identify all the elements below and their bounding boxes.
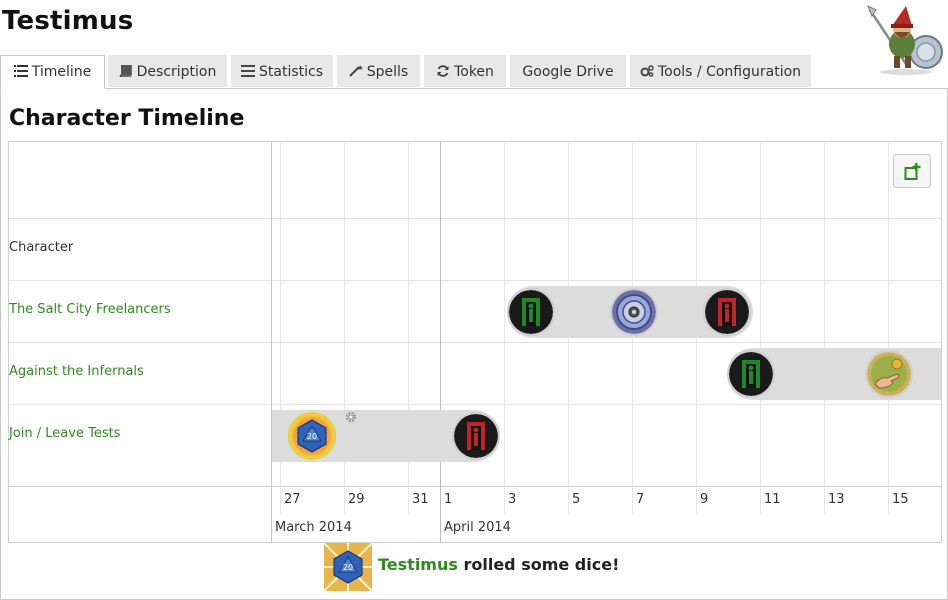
axis-tick-label: 11 xyxy=(764,492,781,507)
book-icon xyxy=(119,65,132,77)
axis-tick-label: 1 xyxy=(444,492,453,507)
gear-icon[interactable] xyxy=(344,410,358,424)
grid-line xyxy=(760,142,761,514)
add-item-icon xyxy=(904,163,921,180)
enter-token[interactable] xyxy=(727,350,775,398)
character-timeline: Character The Salt City Freelancers Agai… xyxy=(8,141,942,543)
dice-roll-icon: 20 xyxy=(324,543,372,591)
group-token[interactable] xyxy=(610,288,658,336)
axis-tick-label: 29 xyxy=(348,492,365,507)
page-title: Testimus xyxy=(2,6,134,36)
tab-label: Timeline xyxy=(31,64,92,80)
dice-token[interactable]: 20 xyxy=(288,412,336,460)
row-label-salt-city-freelancers[interactable]: The Salt City Freelancers xyxy=(9,302,171,317)
grid-line xyxy=(9,404,941,405)
tab-label: Tools / Configuration xyxy=(657,64,802,80)
grid-line xyxy=(9,342,941,343)
tab-tools-configuration[interactable]: Tools / Configuration xyxy=(630,55,811,87)
chat-message-body: rolled some dice! xyxy=(457,555,620,574)
enter-token[interactable] xyxy=(507,288,555,336)
label-column-divider xyxy=(271,142,272,542)
axis-tick-label: 31 xyxy=(412,492,429,507)
tab-bar: Timeline Description Statistics Spells T… xyxy=(0,55,948,89)
bars-icon xyxy=(241,65,255,77)
axis-tick-label: 7 xyxy=(636,492,645,507)
row-label-character: Character xyxy=(9,240,74,255)
door-enter-icon xyxy=(509,290,553,334)
axis-tick-label: 9 xyxy=(700,492,709,507)
month-label: April 2014 xyxy=(444,520,511,535)
leave-token[interactable] xyxy=(703,288,751,336)
door-leave-icon xyxy=(454,414,498,458)
grid-line xyxy=(9,218,941,219)
axis-tick-label: 3 xyxy=(508,492,517,507)
door-enter-icon xyxy=(729,352,773,396)
coin-flip-icon xyxy=(867,352,911,396)
svg-text:20: 20 xyxy=(307,432,317,441)
month-divider xyxy=(440,142,441,542)
tab-token[interactable]: Token xyxy=(424,55,506,87)
chat-message-text: Testimus rolled some dice! xyxy=(378,555,619,574)
axis-line xyxy=(9,486,941,487)
axis-tick-label: 15 xyxy=(892,492,909,507)
tab-statistics[interactable]: Statistics xyxy=(231,55,333,87)
tab-spells[interactable]: Spells xyxy=(337,55,420,87)
event-token[interactable] xyxy=(865,350,913,398)
axis-tick-label: 13 xyxy=(828,492,845,507)
door-leave-icon xyxy=(705,290,749,334)
tab-label: Token xyxy=(454,64,494,80)
grid-line xyxy=(504,142,505,514)
tab-label: Description xyxy=(136,64,217,80)
refresh-icon xyxy=(437,65,449,77)
tab-label: Google Drive xyxy=(522,64,614,80)
d20-dice-icon: 20 xyxy=(290,414,334,458)
emblem-icon xyxy=(612,290,656,334)
tab-label: Statistics xyxy=(259,64,323,80)
row-label-against-the-infernals[interactable]: Against the Infernals xyxy=(9,364,144,379)
leave-token[interactable] xyxy=(452,412,500,460)
gears-icon xyxy=(640,65,654,77)
axis-tick-label: 27 xyxy=(284,492,301,507)
section-title: Character Timeline xyxy=(9,106,245,131)
row-label-join-leave-tests[interactable]: Join / Leave Tests xyxy=(9,426,120,441)
wand-icon xyxy=(349,65,363,77)
grid-line xyxy=(824,142,825,514)
tab-label: Spells xyxy=(366,64,409,80)
axis-tick-label: 5 xyxy=(572,492,581,507)
add-event-button[interactable] xyxy=(893,154,931,188)
tab-description[interactable]: Description xyxy=(108,55,227,87)
grid-line xyxy=(888,142,889,514)
month-label: March 2014 xyxy=(275,520,352,535)
grid-line xyxy=(9,280,941,281)
tab-google-drive[interactable]: Google Drive xyxy=(510,55,626,87)
svg-text:20: 20 xyxy=(343,563,353,572)
tab-timeline[interactable]: Timeline xyxy=(0,55,105,89)
list-icon xyxy=(13,65,28,77)
chat-message-author[interactable]: Testimus xyxy=(378,555,458,574)
